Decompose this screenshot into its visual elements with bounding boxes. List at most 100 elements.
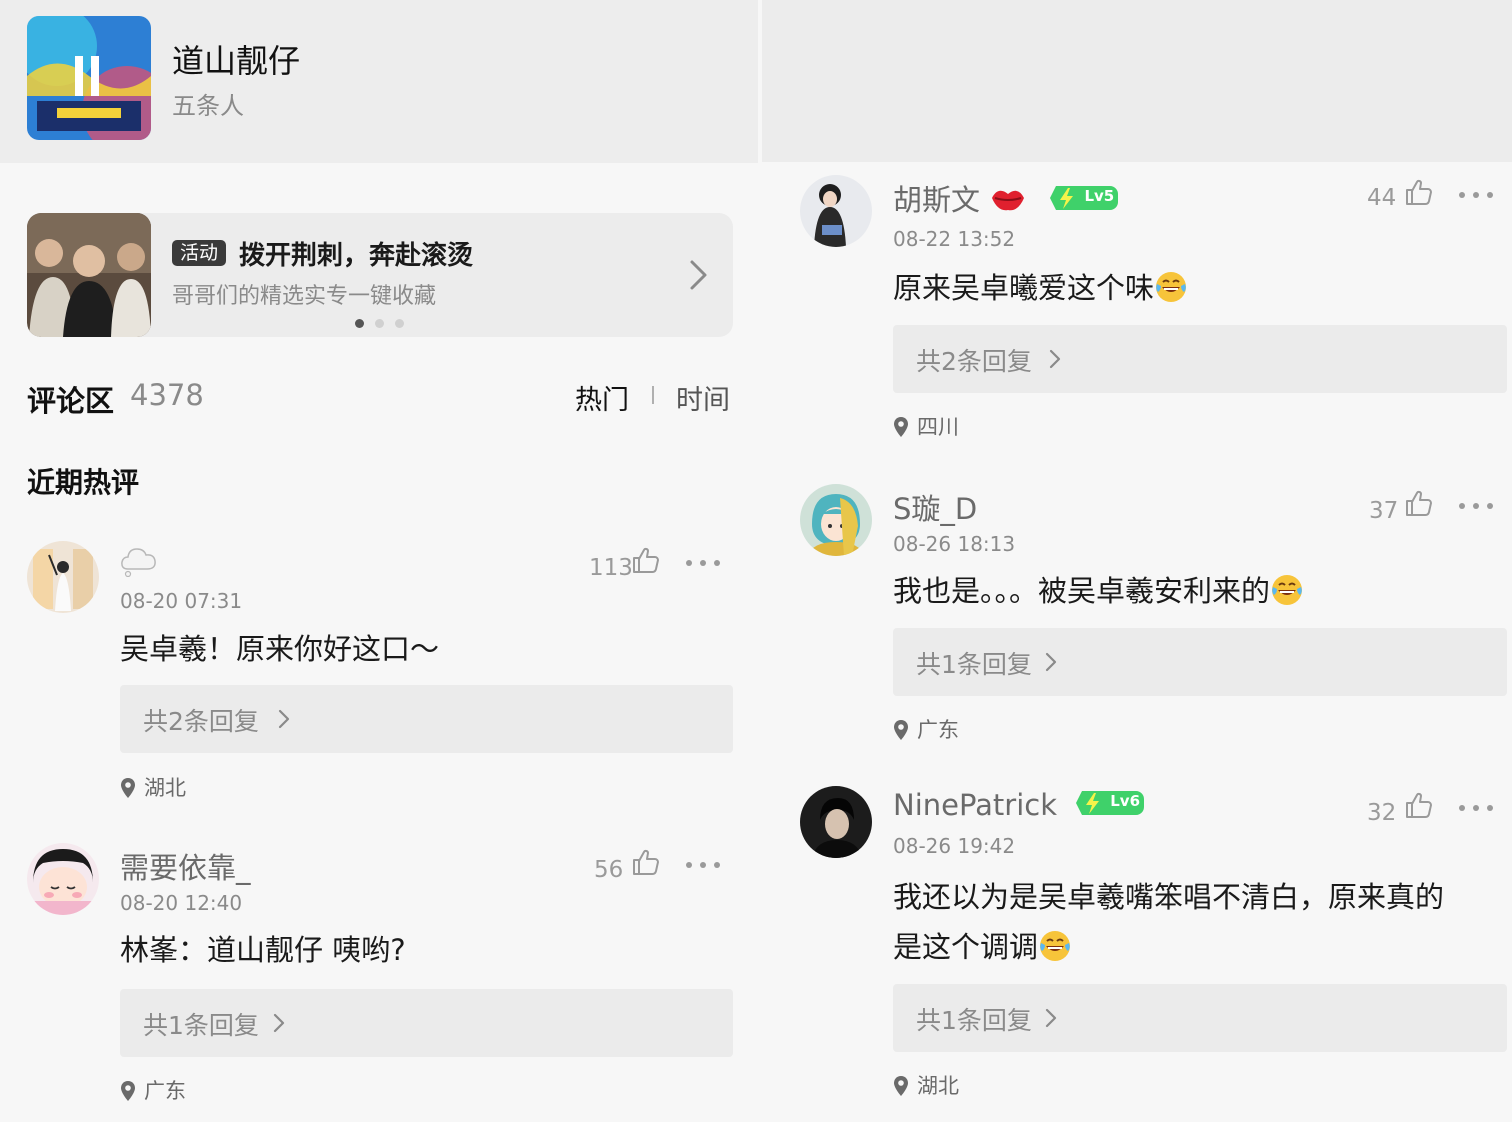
activity-banner[interactable]: 活动 拨开荆刺，奔赴滚烫 哥哥们的精选实专一键收藏 (27, 213, 733, 337)
thumb-up-icon[interactable] (1404, 177, 1434, 207)
page-dot (375, 319, 384, 328)
reply-count: 共2条回复 (916, 347, 1032, 376)
location-pin-icon (893, 719, 909, 741)
location-pin-icon (120, 1080, 136, 1102)
comments-count: 4378 (130, 378, 204, 412)
chevron-right-icon (273, 1013, 285, 1033)
avatar[interactable] (800, 175, 872, 247)
laugh-cry-emoji (1154, 270, 1188, 304)
location-text: 广东 (144, 1079, 186, 1103)
laugh-cry-emoji (1038, 929, 1072, 963)
comment-time: 08-20 07:31 (120, 589, 243, 613)
thumb-up-icon[interactable] (1404, 790, 1434, 820)
reply-expander[interactable]: 共2条回复 (893, 325, 1507, 393)
comment-item: 胡斯文 Lv5 08-22 13:52 44 原来吴卓曦爱这个味 共2条回复 四… (800, 175, 1510, 445)
comment-username[interactable]: 需要依靠_ (120, 845, 251, 887)
comment-text: 吴卓羲！原来你好这口～ (120, 632, 440, 666)
reply-expander[interactable]: 共1条回复 (893, 984, 1507, 1052)
sort-time-tab[interactable]: 时间 (676, 378, 730, 417)
chevron-right-icon (1049, 349, 1061, 369)
recent-hot-title: 近期热评 (27, 466, 140, 499)
avatar[interactable] (27, 541, 99, 613)
comment-text-line: 是这个调调 (893, 922, 1505, 972)
location-text: 湖北 (917, 1074, 959, 1098)
comment-text: 我还以为是吴卓羲嘴笨唱不清白，原来真的 是这个调调 (893, 872, 1505, 972)
comment-text-body: 原来吴卓曦爱这个味 (893, 271, 1155, 305)
right-panel: 胡斯文 Lv5 08-22 13:52 44 原来吴卓曦爱这个味 共2条回复 四… (762, 0, 1512, 1122)
activity-badge: 活动 (172, 240, 227, 266)
banner-title: 拨开荆刺，奔赴滚烫 (239, 241, 474, 271)
song-title: 道山靓仔 (172, 42, 301, 80)
level-badge: Lv6 (1074, 788, 1144, 818)
location-pin-icon (893, 1075, 909, 1097)
avatar[interactable] (800, 484, 872, 556)
song-artist[interactable]: 五条人 (172, 86, 244, 121)
reply-expander[interactable]: 共1条回复 (893, 628, 1507, 696)
song-header[interactable]: 道山靓仔 五条人 (0, 0, 758, 163)
comment-item: 08-20 07:31 113 吴卓羲！原来你好这口～ 共2条回复 湖北 (27, 541, 733, 811)
more-icon[interactable] (1458, 802, 1494, 814)
more-icon[interactable] (1458, 189, 1494, 201)
more-icon[interactable] (685, 557, 721, 569)
thumb-up-icon[interactable] (631, 545, 661, 575)
reply-count: 共2条回复 (143, 707, 259, 736)
reply-expander[interactable]: 共2条回复 (120, 685, 733, 753)
comment-item: S璇_D 08-26 18:13 37 我也是。。。被吴卓羲安利来的 共1条回复… (800, 484, 1510, 754)
username-text: 胡斯文 (893, 183, 981, 217)
comment-text-body: 我也是。。。被吴卓羲安利来的 (893, 574, 1271, 608)
reply-count: 共1条回复 (916, 1006, 1032, 1035)
laugh-cry-emoji (1270, 573, 1304, 607)
level-text: Lv5 (1084, 187, 1115, 205)
comment-username[interactable]: S璇_D (893, 486, 977, 528)
comment-time: 08-26 19:42 (893, 834, 1016, 858)
comment-time: 08-22 13:52 (893, 227, 1016, 251)
comment-location: 四川 (893, 411, 959, 441)
like-count: 113 (589, 555, 633, 581)
thumb-up-icon[interactable] (631, 847, 661, 877)
comment-location: 广东 (893, 714, 959, 744)
cloud-icon (121, 548, 156, 578)
comment-time: 08-26 18:13 (893, 532, 1016, 556)
chevron-right-icon (690, 260, 707, 290)
comment-time: 08-20 12:40 (120, 891, 243, 915)
comment-item: NinePatrick Lv6 08-26 19:42 32 我还以为是吴卓羲嘴… (800, 786, 1510, 1116)
kiss-lips-icon (992, 190, 1025, 211)
comment-location: 广东 (120, 1075, 186, 1105)
comment-text-body: 是这个调调 (893, 930, 1039, 964)
chevron-right-icon (278, 709, 290, 729)
like-count: 32 (1367, 800, 1397, 826)
chevron-right-icon (1045, 1008, 1057, 1028)
location-pin-icon (120, 777, 136, 799)
left-panel: 道山靓仔 五条人 活动 拨开荆刺，奔赴滚烫 哥哥们的精选实专一键收藏 评论区 4… (0, 0, 758, 1122)
more-icon[interactable] (685, 859, 721, 871)
header-backdrop (762, 0, 1512, 162)
comment-location: 湖北 (120, 772, 186, 802)
location-pin-icon (893, 416, 909, 438)
banner-pagination (355, 319, 404, 328)
reply-count: 共1条回复 (143, 1011, 259, 1040)
comment-username[interactable]: 胡斯文 Lv5 (893, 177, 1118, 219)
comments-heading: 评论区 (27, 384, 115, 418)
like-count: 56 (594, 857, 624, 883)
thumb-up-icon[interactable] (1404, 488, 1434, 518)
like-count: 37 (1369, 498, 1399, 524)
avatar[interactable] (800, 786, 872, 858)
comment-item: 需要依靠_ 08-20 12:40 56 林峯：道山靓仔 咦哟? 共1条回复 广… (27, 843, 733, 1113)
page-dot (395, 319, 404, 328)
album-cover[interactable] (27, 16, 151, 140)
comment-location: 湖北 (893, 1070, 959, 1100)
page-dot (355, 319, 364, 328)
reply-count: 共1条回复 (916, 650, 1032, 679)
comment-username[interactable]: NinePatrick Lv6 (893, 788, 1144, 822)
avatar[interactable] (27, 843, 99, 915)
sort-hot-tab[interactable]: 热门 (575, 378, 629, 417)
chevron-right-icon (1045, 652, 1057, 672)
like-count: 44 (1367, 185, 1397, 211)
location-text: 广东 (917, 718, 959, 742)
banner-subtitle: 哥哥们的精选实专一键收藏 (172, 284, 437, 309)
comment-username[interactable] (120, 543, 158, 578)
reply-expander[interactable]: 共1条回复 (120, 989, 733, 1057)
location-text: 四川 (917, 415, 959, 439)
more-icon[interactable] (1458, 500, 1494, 512)
comment-text: 我也是。。。被吴卓羲安利来的 (893, 566, 1304, 616)
